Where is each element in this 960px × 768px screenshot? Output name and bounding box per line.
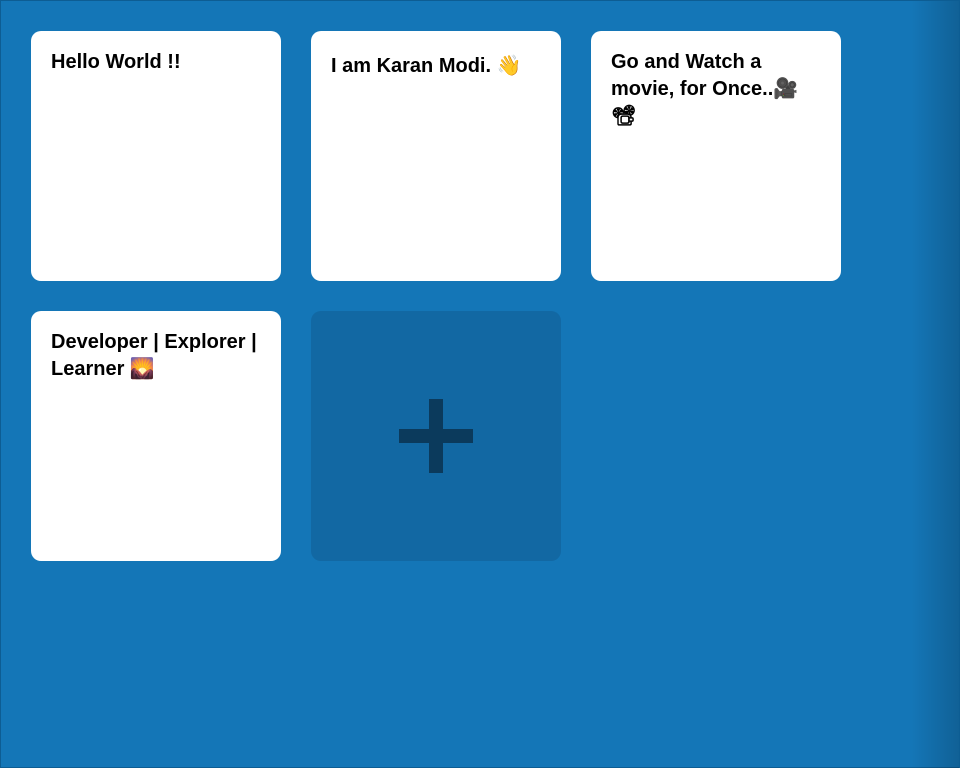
note-text[interactable]: I am Karan Modi. 👋 [331,53,541,80]
note-card[interactable]: Developer | Explorer | Learner 🌄 [31,311,281,561]
note-text[interactable]: Hello World !! [51,51,181,73]
note-text[interactable]: Developer | Explorer | Learner 🌄 [51,331,262,380]
window-edge-shadow [911,1,959,768]
plus-icon [399,399,473,473]
note-text[interactable]: Go and Watch a movie, for Once..🎥 📽 [611,51,804,127]
note-card[interactable]: I am Karan Modi. 👋 [311,31,561,281]
note-card[interactable]: Go and Watch a movie, for Once..🎥 📽 [591,31,841,281]
add-note-button[interactable] [311,311,561,561]
note-card[interactable]: Hello World !! [31,31,281,281]
notes-board: Hello World !! I am Karan Modi. 👋 Go and… [31,31,841,561]
